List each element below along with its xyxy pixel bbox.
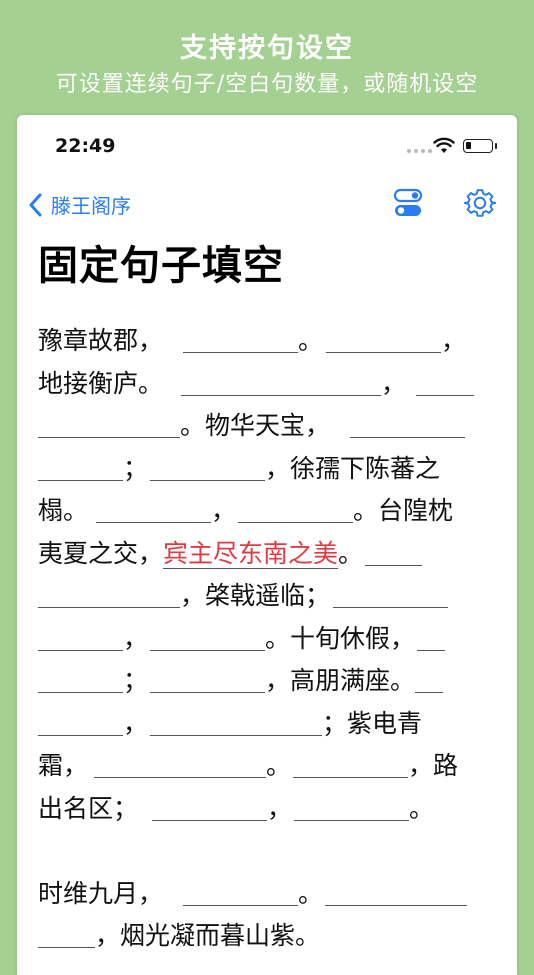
- banner-title: 支持按句设空: [180, 33, 354, 64]
- phone-screen: 22:49 滕王阁序 固定句子填空 豫章故郡，。， 地接衡庐。， 。物华天宝， …: [17, 115, 517, 975]
- text-line: ；，徐孺下陈蕃之: [38, 448, 478, 491]
- text-line: ；，高朋满座。: [38, 660, 478, 703]
- blank-field[interactable]: [150, 705, 323, 736]
- back-button[interactable]: 滕王阁序: [27, 190, 131, 219]
- blank-field[interactable]: [150, 620, 266, 651]
- banner-subtitle: 可设置连续句子/空白句数量，或随机设空: [55, 72, 479, 97]
- blank-field[interactable]: [333, 577, 449, 608]
- blank-field[interactable]: [416, 365, 475, 396]
- text-line: 夷夏之交，宾主尽东南之美。: [38, 533, 478, 576]
- blank-field[interactable]: [152, 790, 268, 821]
- text-line: 霜，。，路: [38, 745, 478, 788]
- blank-field[interactable]: [38, 620, 123, 651]
- blank-field[interactable]: [38, 917, 95, 948]
- blank-field[interactable]: [38, 407, 180, 438]
- blank-field[interactable]: [150, 662, 266, 693]
- blank-field[interactable]: [38, 577, 180, 608]
- chevron-left-icon: [29, 193, 42, 216]
- text-line: 。物华天宝，: [38, 405, 478, 448]
- battery-icon: [463, 139, 493, 153]
- text-line: 出名区；，。: [38, 788, 478, 831]
- blank-field[interactable]: [350, 407, 466, 438]
- status-time: 22:49: [55, 135, 116, 157]
- blank-field[interactable]: [94, 747, 267, 778]
- blank-field[interactable]: [325, 875, 468, 906]
- text-line: 豫章故郡，。，: [38, 320, 478, 363]
- highlighted-sentence[interactable]: 宾主尽东南之美: [163, 538, 339, 569]
- blank-field[interactable]: [365, 535, 423, 566]
- blank-field[interactable]: [38, 450, 123, 481]
- text-line: ，；紫电青: [38, 703, 478, 746]
- text-line: ，。十旬休假，: [38, 618, 478, 661]
- blank-field[interactable]: [183, 322, 299, 353]
- blank-field[interactable]: [150, 450, 266, 481]
- blank-field[interactable]: [96, 492, 212, 523]
- blank-field[interactable]: [38, 705, 123, 736]
- text-line: 时维九月，。: [38, 873, 478, 916]
- back-label: 滕王阁序: [51, 194, 131, 218]
- blank-field[interactable]: [183, 875, 299, 906]
- toggle-icon[interactable]: [393, 188, 423, 218]
- battery-cap: [495, 143, 497, 149]
- text-line: 地接衡庐。，: [38, 363, 478, 406]
- blank-field[interactable]: [293, 747, 409, 778]
- blank-field[interactable]: [181, 365, 382, 396]
- text-line: ，棨戟遥临；: [38, 575, 478, 618]
- gear-icon[interactable]: [464, 187, 496, 219]
- blank-field[interactable]: [294, 790, 410, 821]
- blank-field[interactable]: [38, 662, 123, 693]
- text-line: 榻。，。台隍枕: [38, 490, 478, 533]
- wifi-icon: [433, 137, 455, 153]
- blank-field[interactable]: [326, 322, 442, 353]
- blank-field[interactable]: [415, 662, 444, 693]
- page-title: 固定句子填空: [38, 243, 284, 289]
- text-line: ，烟光凝而暮山紫。: [38, 915, 478, 958]
- cloze-text: 豫章故郡，。， 地接衡庐。， 。物华天宝， ；，徐孺下陈蕃之 榻。，。台隍枕 夷…: [38, 320, 478, 958]
- blank-field[interactable]: [238, 492, 354, 523]
- signal-icon: [407, 149, 432, 153]
- blank-field[interactable]: [417, 620, 446, 651]
